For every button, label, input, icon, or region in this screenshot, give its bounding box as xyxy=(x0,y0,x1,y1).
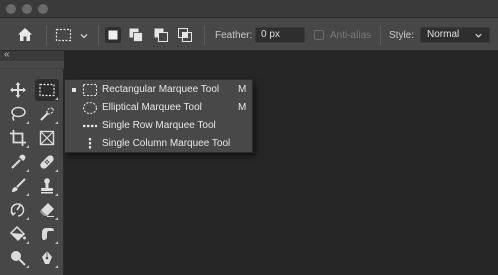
intersect-with-selection-button[interactable] xyxy=(177,27,193,43)
more-tools-indicator xyxy=(26,193,29,196)
more-tools-indicator xyxy=(55,97,58,100)
options-bar: Feather: 0 px Anti-alias Style: Normal xyxy=(0,18,498,51)
menu-item-elliptical-marquee[interactable]: Elliptical Marquee Tool M xyxy=(65,99,252,117)
menu-item-rectangular-marquee[interactable]: Rectangular Marquee Tool M xyxy=(65,81,252,99)
more-tools-indicator xyxy=(55,193,58,196)
collapse-panel-button[interactable]: « xyxy=(4,49,10,60)
separator xyxy=(380,25,381,45)
intersect-with-selection-icon xyxy=(178,28,192,42)
pen-tool[interactable] xyxy=(35,247,59,269)
brush-tool[interactable] xyxy=(6,175,30,197)
more-tools-indicator xyxy=(55,217,58,220)
rectangular-marquee-icon xyxy=(39,83,55,97)
single-column-marquee-icon xyxy=(88,138,92,150)
more-tools-indicator xyxy=(26,217,29,220)
home-icon xyxy=(18,28,32,41)
more-tools-indicator xyxy=(26,145,29,148)
more-tools-indicator xyxy=(55,169,58,172)
feather-input[interactable]: 0 px xyxy=(255,27,305,43)
subtract-from-selection-button[interactable] xyxy=(153,27,169,43)
menu-item-label: Rectangular Marquee Tool xyxy=(102,84,220,95)
marquee-tools-flyout: Rectangular Marquee Tool M Elliptical Ma… xyxy=(64,79,253,153)
spot-healing-brush-tool[interactable] xyxy=(35,151,59,173)
menu-item-single-row-marquee[interactable]: Single Row Marquee Tool xyxy=(65,117,252,135)
rectangular-marquee-icon xyxy=(82,83,98,97)
menu-item-label: Elliptical Marquee Tool xyxy=(102,102,202,113)
eraser-icon xyxy=(40,203,54,217)
tools-panel-header: « xyxy=(0,49,64,61)
new-selection-button[interactable] xyxy=(105,27,121,43)
quick-selection-icon xyxy=(40,107,54,121)
anti-alias-checkbox[interactable] xyxy=(314,30,324,40)
tools-panel: « xyxy=(0,49,64,275)
chevron-down-icon xyxy=(475,33,482,38)
style-select-value: Normal xyxy=(427,29,460,40)
tools-panel-grip[interactable] xyxy=(0,61,64,69)
clone-stamp-icon xyxy=(41,178,53,194)
zoom-window-button[interactable] xyxy=(38,4,48,14)
frame-tool[interactable] xyxy=(35,127,59,149)
crop-tool[interactable] xyxy=(6,127,30,149)
eyedropper-icon xyxy=(11,154,26,169)
style-label: Style: xyxy=(389,30,415,41)
chevron-down-icon xyxy=(80,34,88,39)
add-to-selection-icon xyxy=(129,28,143,42)
eraser-tool[interactable] xyxy=(35,199,59,221)
minimize-window-button[interactable] xyxy=(22,4,32,14)
close-window-button[interactable] xyxy=(6,4,16,14)
active-tool-indicator xyxy=(72,88,76,92)
tool-preset-picker[interactable] xyxy=(55,27,93,44)
home-button[interactable] xyxy=(16,26,34,44)
frame-icon xyxy=(39,130,55,146)
eyedropper-tool[interactable] xyxy=(6,151,30,173)
style-select[interactable]: Normal xyxy=(420,27,490,43)
more-tools-indicator xyxy=(26,241,29,244)
subtract-from-selection-icon xyxy=(154,28,168,42)
history-brush-tool[interactable] xyxy=(6,199,30,221)
single-row-marquee-icon xyxy=(83,124,97,128)
smudge-icon xyxy=(42,228,54,240)
history-brush-icon xyxy=(10,203,25,217)
window-title-bar xyxy=(0,0,498,18)
elliptical-marquee-icon xyxy=(82,101,98,115)
more-tools-indicator xyxy=(55,265,58,268)
crop-icon xyxy=(10,130,26,146)
lasso-tool[interactable] xyxy=(6,103,30,125)
move-icon xyxy=(10,82,26,98)
rectangular-marquee-icon xyxy=(55,28,72,42)
brush-icon xyxy=(12,178,26,192)
new-selection-icon xyxy=(108,30,118,40)
separator xyxy=(204,25,205,45)
menu-item-shortcut: M xyxy=(238,84,247,95)
more-tools-indicator xyxy=(26,169,29,172)
menu-item-label: Single Row Marquee Tool xyxy=(102,120,216,131)
paint-bucket-icon xyxy=(9,225,26,242)
healing-brush-icon xyxy=(40,155,54,169)
pen-icon xyxy=(42,251,52,264)
more-tools-indicator xyxy=(55,241,58,244)
menu-item-label: Single Column Marquee Tool xyxy=(102,138,231,149)
menu-item-shortcut: M xyxy=(238,102,247,113)
anti-alias-label: Anti-alias xyxy=(330,30,372,41)
separator xyxy=(98,25,99,45)
rectangular-marquee-tool[interactable] xyxy=(35,79,59,101)
dodge-tool[interactable] xyxy=(6,247,30,269)
clone-stamp-tool[interactable] xyxy=(35,175,59,197)
add-to-selection-button[interactable] xyxy=(128,27,144,43)
more-tools-indicator xyxy=(26,121,29,124)
more-tools-indicator xyxy=(55,121,58,124)
smudge-tool[interactable] xyxy=(35,223,59,245)
feather-label: Feather: xyxy=(215,30,253,41)
quick-selection-tool[interactable] xyxy=(35,103,59,125)
separator xyxy=(46,25,47,45)
dodge-icon xyxy=(11,251,26,266)
more-tools-indicator xyxy=(26,265,29,268)
move-tool[interactable] xyxy=(6,79,30,101)
paint-bucket-tool[interactable] xyxy=(6,223,30,245)
menu-item-single-column-marquee[interactable]: Single Column Marquee Tool xyxy=(65,135,252,153)
lasso-icon xyxy=(11,106,26,121)
